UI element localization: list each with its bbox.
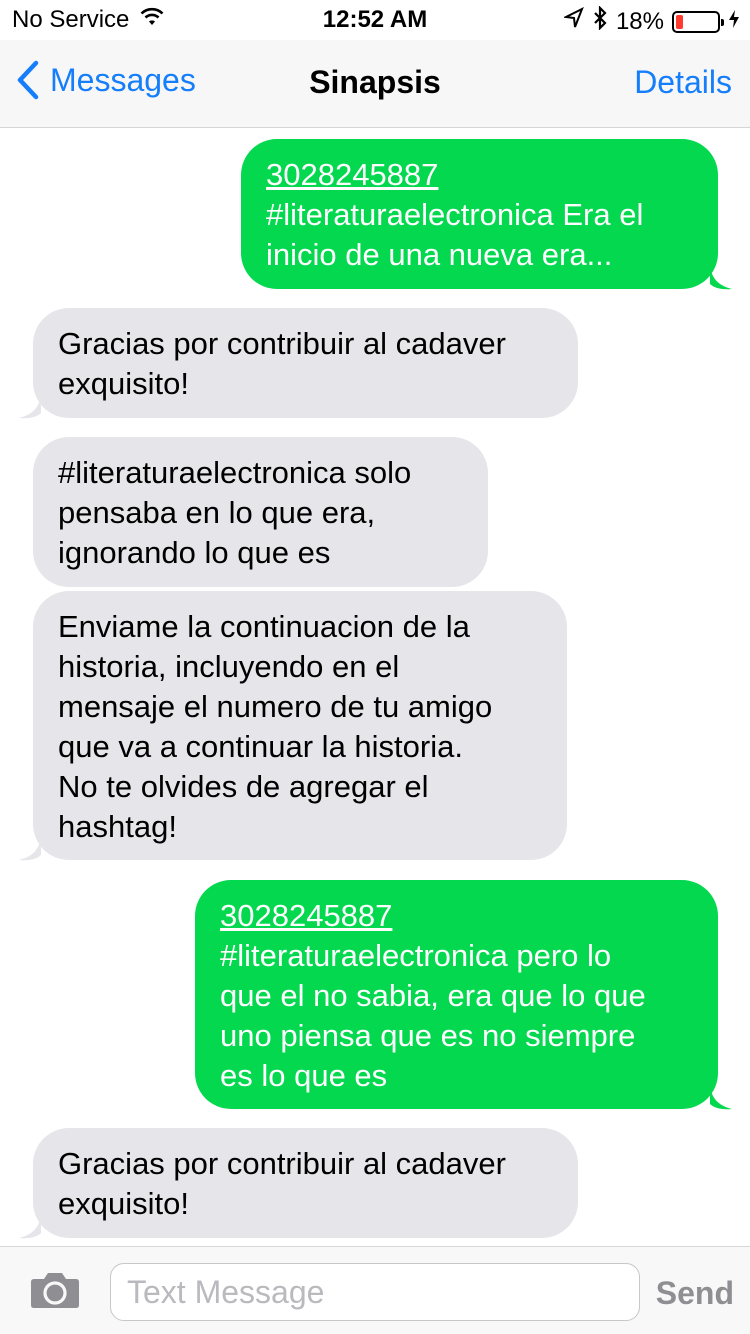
message-line: mensaje el numero de tu amigo [58,689,493,724]
battery-percent: 18% [615,7,664,35]
bubble-tail [710,1086,732,1110]
message-line: Gracias por contribuir al cadaver [58,326,506,361]
battery-icon [672,10,724,33]
message-line: que va a continuar la historia. [58,729,463,764]
incoming-message[interactable]: #literaturaelectronica solo pensaba en l… [33,437,488,587]
bubble-tail [19,837,41,861]
message-line: hashtag! [58,809,177,844]
incoming-message[interactable]: Enviame la continuacion de la historia, … [33,591,567,860]
location-arrow-icon [562,6,584,36]
messages-screen: No Service 12:52 AM 18% Messages Sinapsi… [0,0,750,1334]
message-line: pensaba en lo que era, [58,495,376,530]
battery-level [676,14,683,29]
message-line: historia, incluyendo en el [58,649,400,684]
message-line: #literaturaelectronica Era el [266,197,644,232]
message-line: uno piensa que es no siempre [220,1018,636,1053]
message-composer: Text Message Send [0,1246,750,1334]
message-line: inicio de una nueva era... [266,237,613,272]
details-button[interactable]: Details [634,64,732,101]
message-line: #literaturaelectronica solo [58,455,412,490]
charging-bolt-icon [728,8,740,36]
status-bar: No Service 12:52 AM 18% [0,0,750,40]
outgoing-message[interactable]: 3028245887 #literaturaelectronica pero l… [195,880,718,1109]
message-line: exquisito! [58,1186,189,1221]
message-line: exquisito! [58,366,189,401]
message-line: #literaturaelectronica pero lo [220,938,612,973]
message-input[interactable]: Text Message [110,1263,640,1321]
bluetooth-icon [592,5,608,37]
bubble-tail [19,1215,41,1239]
send-button[interactable]: Send [656,1275,734,1312]
incoming-message[interactable]: Gracias por contribuir al cadaver exquis… [33,308,578,418]
message-line: es lo que es [220,1058,388,1093]
message-line: Gracias por contribuir al cadaver [58,1146,506,1181]
phone-number-link[interactable]: 3028245887 [266,155,694,195]
camera-icon[interactable] [30,1271,80,1314]
message-line: que el no sabia, era que lo que [220,978,646,1013]
bubble-tail [710,266,732,290]
message-line: No te olvides de agregar el [58,769,429,804]
outgoing-message[interactable]: 3028245887 #literaturaelectronica Era el… [241,139,718,289]
message-line: Enviame la continuacion de la [58,609,470,644]
phone-number-link[interactable]: 3028245887 [220,896,694,936]
bubble-tail [19,395,41,419]
message-line: ignorando lo que es [58,535,331,570]
navigation-bar: Messages Sinapsis Details [0,40,750,128]
incoming-message[interactable]: Gracias por contribuir al cadaver exquis… [33,1128,578,1238]
